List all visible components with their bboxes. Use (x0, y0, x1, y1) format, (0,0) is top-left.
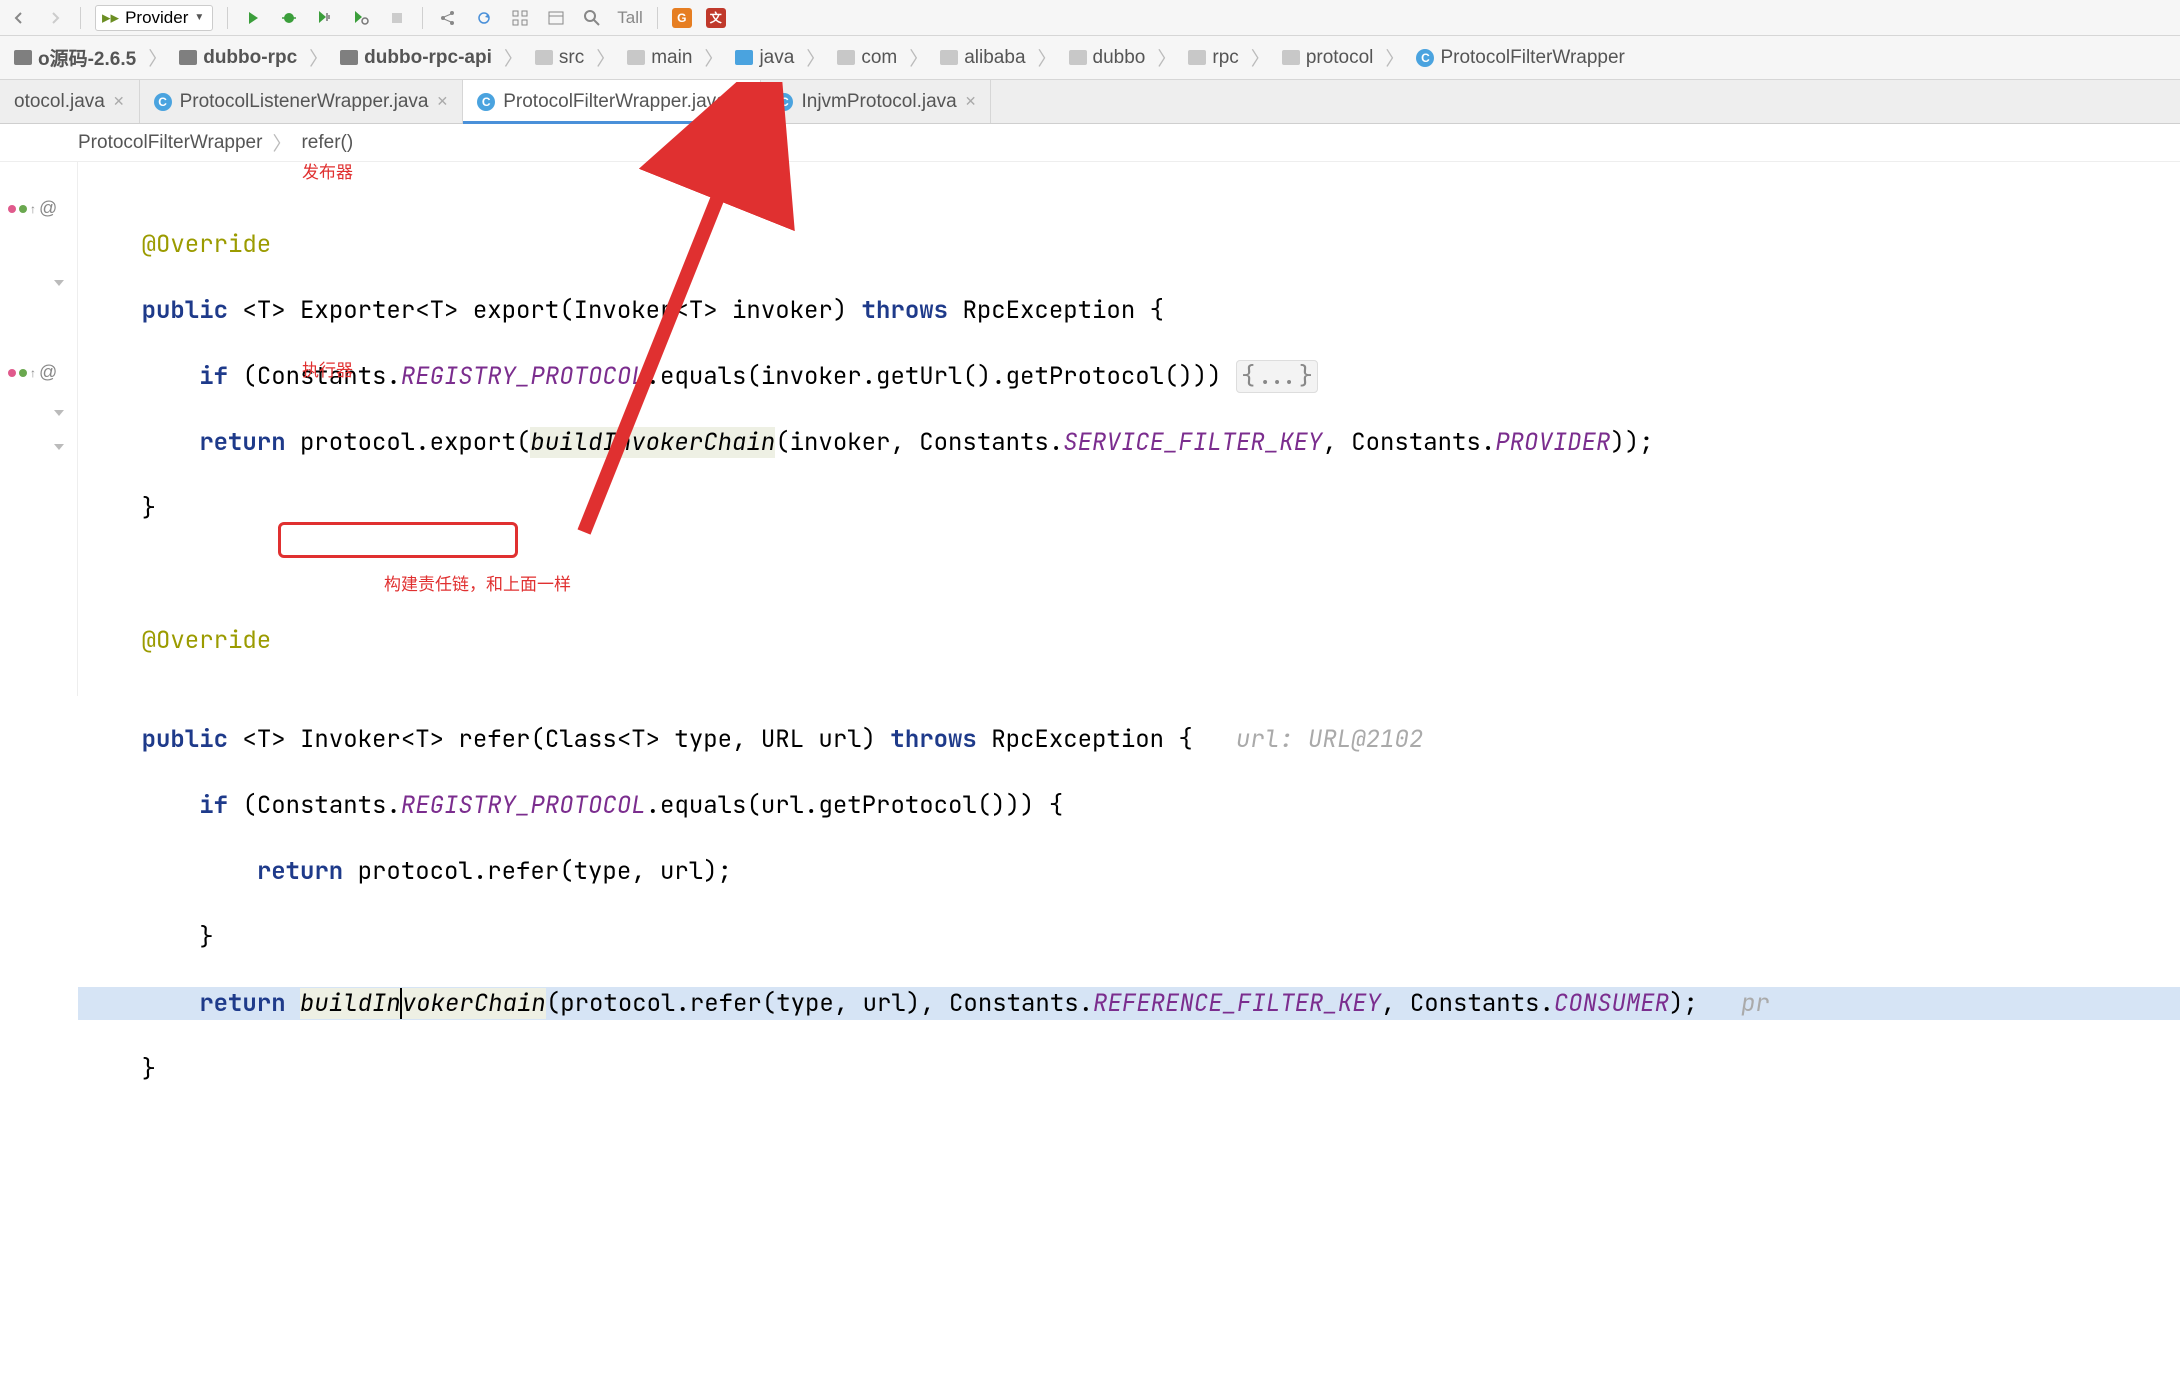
debug-icon[interactable] (278, 7, 300, 29)
chevron-right-icon: 〉 (702, 44, 725, 71)
close-icon[interactable]: ✕ (965, 93, 977, 110)
chevron-right-icon: 〉 (1036, 44, 1059, 71)
search-placeholder: Tall (617, 8, 643, 28)
annotation-box (278, 522, 518, 558)
sync-icon[interactable] (473, 7, 495, 29)
breadcrumb-item[interactable]: src (531, 47, 588, 69)
class-icon: C (1416, 49, 1434, 67)
run-config-dropdown[interactable]: ▸▸ Provider ▼ (95, 5, 213, 31)
close-icon[interactable]: ✕ (735, 93, 747, 110)
tab-protocol-filter-wrapper[interactable]: CProtocolFilterWrapper.java✕ (463, 80, 761, 123)
toolbar-separator (80, 7, 81, 29)
chevron-right-icon: 〉 (907, 44, 930, 71)
structure-icon[interactable] (509, 7, 531, 29)
breadcrumb-item[interactable]: dubbo-rpc (175, 47, 301, 69)
folder-icon (340, 50, 358, 65)
plugin-icon[interactable]: 文 (706, 8, 726, 28)
stop-icon[interactable] (386, 7, 408, 29)
translate-plugin-icon[interactable]: G (672, 8, 692, 28)
forward-icon[interactable] (44, 7, 66, 29)
breadcrumb-item[interactable]: o源码-2.6.5 (10, 44, 140, 71)
run-config-label: Provider (125, 8, 188, 28)
back-icon[interactable] (8, 7, 30, 29)
breadcrumb-item[interactable]: alibaba (936, 47, 1029, 69)
code-area[interactable]: 发布器 @Override public <T> Exporter<T> exp… (78, 162, 2180, 696)
fold-marker-icon[interactable] (54, 280, 64, 286)
fold-marker-icon[interactable] (54, 410, 64, 416)
share-icon[interactable] (437, 7, 459, 29)
close-icon[interactable]: ✕ (113, 93, 125, 110)
folder-icon (14, 50, 32, 65)
breadcrumb-item[interactable]: java (731, 47, 798, 69)
folder-icon (735, 50, 753, 65)
tab-protocol-listener-wrapper[interactable]: CProtocolListenerWrapper.java✕ (140, 80, 464, 123)
gutter[interactable]: ↑ @ ↑ @ (0, 162, 78, 696)
run-config-icon: ▸▸ (102, 8, 119, 28)
folder-icon (1188, 50, 1206, 65)
breadcrumb-item[interactable]: rpc (1184, 47, 1242, 69)
magnify-icon[interactable] (581, 7, 603, 29)
chevron-right-icon: 〉 (146, 44, 169, 71)
chevron-right-icon: 〉 (594, 44, 617, 71)
folder-icon (1069, 50, 1087, 65)
close-icon[interactable]: ✕ (436, 93, 448, 110)
tab-otocol[interactable]: otocol.java✕ (0, 80, 140, 123)
fold-marker-icon[interactable] (54, 444, 64, 450)
toolbar-separator (422, 7, 423, 29)
profile-icon[interactable] (350, 7, 372, 29)
current-line: return buildInvokerChain(protocol.refer(… (78, 987, 2180, 1020)
chevron-right-icon: 〉 (502, 44, 525, 71)
folded-block[interactable]: {...} (1236, 360, 1318, 393)
annotation-label: 构建责任链，和上面一样 (384, 568, 571, 601)
breadcrumb-item[interactable]: CProtocolFilterWrapper (1412, 47, 1628, 69)
breadcrumb-item[interactable]: protocol (1278, 47, 1378, 69)
chevron-right-icon: 〉 (307, 44, 330, 71)
chevron-down-icon: ▼ (194, 12, 204, 23)
chevron-right-icon: 〉 (272, 129, 291, 156)
annotation-label: 执行器 (302, 354, 353, 387)
class-icon: C (154, 93, 172, 111)
folder-icon (535, 50, 553, 65)
tab-injvm-protocol[interactable]: CInjvmProtocol.java✕ (761, 80, 991, 123)
window-icon[interactable] (545, 7, 567, 29)
folder-icon (1282, 50, 1300, 65)
breadcrumb-item[interactable]: dubbo-rpc-api (336, 47, 496, 69)
annotation-label: 发布器 (302, 156, 353, 189)
coverage-icon[interactable] (314, 7, 336, 29)
breadcrumb-item[interactable]: com (833, 47, 901, 69)
override-gutter-icon[interactable]: ↑ @ (8, 362, 57, 383)
toolbar-separator (657, 7, 658, 29)
nav-class[interactable]: ProtocolFilterWrapper (78, 132, 262, 154)
nav-method[interactable]: refer() (301, 132, 353, 154)
editor-tabbar: otocol.java✕ CProtocolListenerWrapper.ja… (0, 80, 2180, 124)
chevron-right-icon: 〉 (1249, 44, 1272, 71)
folder-icon (940, 50, 958, 65)
class-icon: C (775, 93, 793, 111)
chevron-right-icon: 〉 (1155, 44, 1178, 71)
folder-icon (179, 50, 197, 65)
breadcrumb-item[interactable]: main (623, 47, 696, 69)
editor: ↑ @ ↑ @ 发布器 @Override public <T> Exporte… (0, 162, 2180, 696)
main-toolbar: ▸▸ Provider ▼ Tall G 文 (0, 0, 2180, 36)
override-gutter-icon[interactable]: ↑ @ (8, 198, 57, 219)
breadcrumb-item[interactable]: dubbo (1065, 47, 1150, 69)
toolbar-separator (227, 7, 228, 29)
class-icon: C (477, 93, 495, 111)
breadcrumb: o源码-2.6.5〉 dubbo-rpc〉 dubbo-rpc-api〉 src… (0, 36, 2180, 80)
folder-icon (627, 50, 645, 65)
run-icon[interactable] (242, 7, 264, 29)
folder-icon (837, 50, 855, 65)
chevron-right-icon: 〉 (1383, 44, 1406, 71)
chevron-right-icon: 〉 (804, 44, 827, 71)
